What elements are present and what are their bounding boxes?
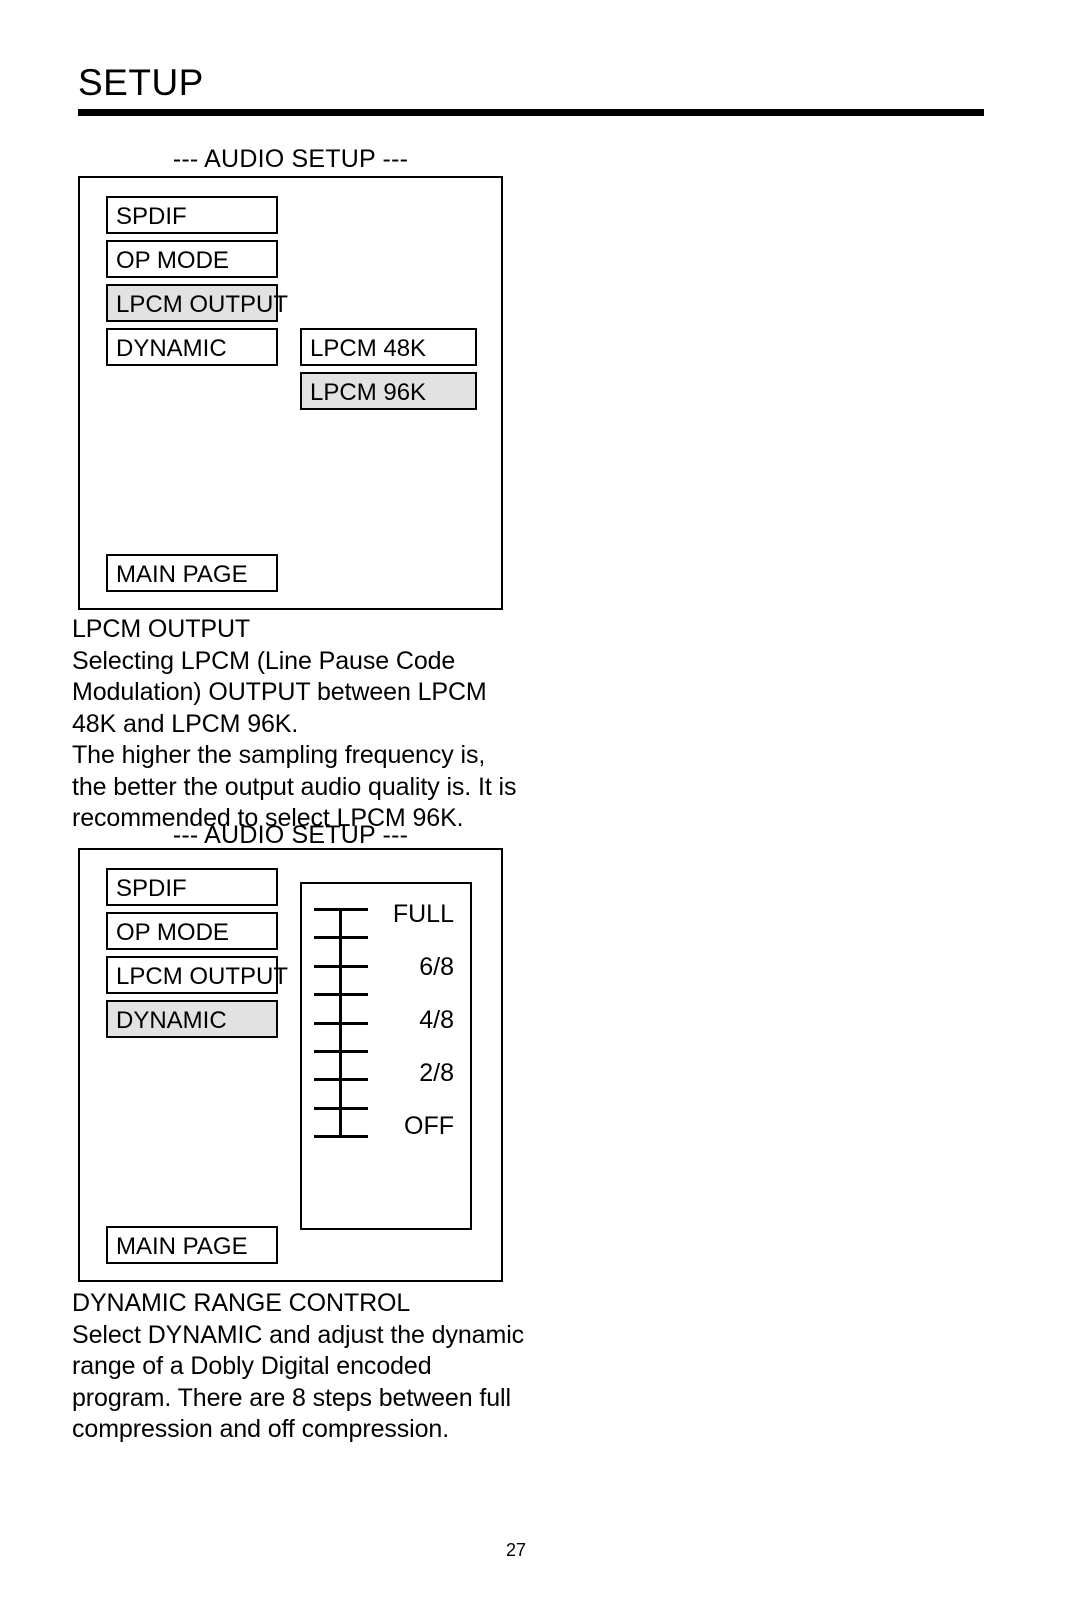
- dynamic-range-slider-scale: [314, 908, 368, 1138]
- slider-tick: [314, 1078, 368, 1081]
- dynamic-range-description-heading: DYNAMIC RANGE CONTROL: [72, 1289, 411, 1317]
- slider-tick: [314, 1135, 368, 1138]
- osd-menu-item-lpcm-output[interactable]: LPCM OUTPUT: [106, 956, 288, 994]
- audio-setup-lpcm-caption: --- AUDIO SETUP ---: [172, 145, 409, 173]
- lpcm-output-description-paragraph-2: The higher the sampling frequency is, th…: [72, 741, 517, 832]
- audio-setup-lpcm-panel: SPDIF OP MODE LPCM OUTPUT DYNAMIC MAIN P…: [78, 176, 503, 610]
- osd-menu-item-spdif[interactable]: SPDIF: [106, 196, 278, 234]
- slider-label-full: FULL: [392, 900, 454, 928]
- audio-setup-dynamic-menu: SPDIF OP MODE LPCM OUTPUT DYNAMIC: [106, 868, 288, 1044]
- slider-tick: [314, 1022, 368, 1025]
- slider-tick: [314, 1050, 368, 1053]
- slider-label-6-8: 6/8: [419, 953, 454, 981]
- page-number: 27: [506, 1540, 527, 1560]
- dynamic-range-slider[interactable]: FULL 6/8 4/8 2/8 OFF: [300, 882, 472, 1230]
- slider-tick: [314, 1107, 368, 1110]
- slider-tick: [314, 993, 368, 996]
- osd-menu-item-dynamic[interactable]: DYNAMIC: [106, 1000, 278, 1038]
- audio-setup-lpcm-mainpage-wrap: MAIN PAGE: [106, 554, 278, 592]
- audio-setup-dynamic-caption: --- AUDIO SETUP ---: [172, 821, 409, 849]
- audio-setup-dynamic-panel: SPDIF OP MODE LPCM OUTPUT DYNAMIC MAIN P…: [78, 848, 503, 1282]
- audio-setup-dynamic-mainpage-wrap: MAIN PAGE: [106, 1226, 278, 1264]
- osd-menu-item-spdif[interactable]: SPDIF: [106, 868, 278, 906]
- slider-tick: [314, 936, 368, 939]
- lpcm-output-description: LPCM OUTPUT Selecting LPCM (Line Pause C…: [72, 614, 520, 835]
- lpcm-output-options: LPCM 48K LPCM 96K: [300, 328, 477, 416]
- osd-menu-item-op-mode[interactable]: OP MODE: [106, 912, 278, 950]
- right-column: PREFERENCES SETUP --- PREFERENCES PAGE -…: [540, 0, 1080, 1618]
- slider-tick: [314, 965, 368, 968]
- slider-label-4-8: 4/8: [419, 1006, 454, 1034]
- left-column: --- AUDIO SETUP --- SPDIF OP MODE LPCM O…: [0, 0, 540, 1618]
- osd-menu-item-op-mode[interactable]: OP MODE: [106, 240, 278, 278]
- audio-setup-lpcm-menu: SPDIF OP MODE LPCM OUTPUT DYNAMIC: [106, 196, 288, 372]
- osd-menu-item-dynamic[interactable]: DYNAMIC: [106, 328, 278, 366]
- osd-option-lpcm-48k[interactable]: LPCM 48K: [300, 328, 477, 366]
- lpcm-output-description-heading: LPCM OUTPUT: [72, 615, 251, 643]
- slider-tick: [314, 908, 368, 911]
- dynamic-range-description-paragraph-1: Select DYNAMIC and adjust the dynamic ra…: [72, 1320, 525, 1444]
- dynamic-range-slider-labels: FULL 6/8 4/8 2/8 OFF: [368, 902, 464, 1140]
- osd-option-lpcm-96k[interactable]: LPCM 96K: [300, 372, 477, 410]
- osd-menu-item-lpcm-output[interactable]: LPCM OUTPUT: [106, 284, 288, 322]
- slider-label-off: OFF: [404, 1112, 454, 1140]
- osd-menu-item-main-page[interactable]: MAIN PAGE: [106, 554, 278, 592]
- lpcm-output-description-paragraph-1: Selecting LPCM (Line Pause Code Modulati…: [72, 646, 487, 738]
- osd-menu-item-main-page[interactable]: MAIN PAGE: [106, 1226, 278, 1264]
- slider-label-2-8: 2/8: [419, 1059, 454, 1087]
- dynamic-range-description: DYNAMIC RANGE CONTROL Select DYNAMIC and…: [72, 1288, 527, 1446]
